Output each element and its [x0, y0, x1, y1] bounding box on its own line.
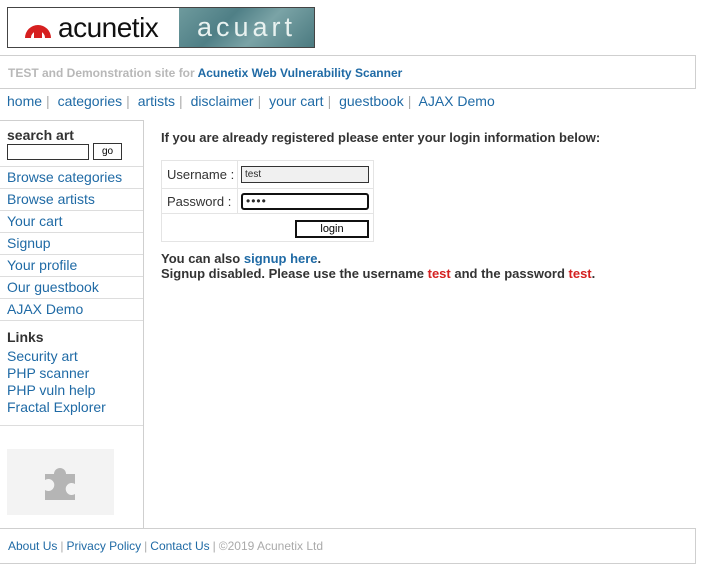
- signup-link[interactable]: signup here: [244, 251, 318, 266]
- footer: About Us | Privacy Policy | Contact Us | ©2019…: [0, 528, 696, 564]
- nav-separator: |: [407, 93, 412, 109]
- footer-contact-us[interactable]: Contact Us: [150, 539, 209, 553]
- link-php-scanner[interactable]: PHP scanner: [7, 365, 106, 382]
- links-list: Security art PHP scanner PHP vuln help F…: [7, 348, 106, 416]
- password-label: Password :: [167, 194, 232, 209]
- footer-separator: |: [212, 539, 216, 553]
- search-go-button[interactable]: go: [93, 143, 122, 160]
- nav-separator: |: [179, 93, 183, 109]
- credentials-password: test: [568, 266, 592, 281]
- main-content: If you are already registered please ent…: [161, 128, 681, 281]
- logo-brand-text: acunetix: [58, 11, 159, 43]
- nav-artists[interactable]: artists: [138, 93, 175, 109]
- puzzle-plugin-icon: [44, 468, 75, 500]
- logo-site-text: acuart: [196, 12, 297, 42]
- sidebar-item-our-guestbook[interactable]: Our guestbook: [0, 276, 143, 298]
- username-label: Username :: [167, 167, 235, 182]
- side-menu-bottom-border: [0, 320, 143, 321]
- logo-right: acuart: [179, 8, 314, 47]
- nav-home[interactable]: home: [7, 93, 42, 109]
- nav-separator: |: [257, 93, 262, 109]
- links-title: Links: [7, 329, 44, 345]
- top-nav: home | categories | artists | disclaimer | y…: [7, 93, 495, 109]
- tagline-link[interactable]: Acunetix Web Vulnerability Scanner: [198, 66, 403, 80]
- login-form: Username : test Password : •••• login: [161, 160, 374, 242]
- link-security-art[interactable]: Security art: [7, 348, 106, 365]
- password-field[interactable]: ••••: [241, 193, 369, 210]
- tagline-prefix: TEST and Demonstration site for: [8, 66, 195, 80]
- sidebar-item-browse-categories[interactable]: Browse categories: [0, 166, 143, 188]
- nav-separator: |: [327, 93, 332, 109]
- footer-privacy-policy[interactable]: Privacy Policy: [66, 539, 141, 553]
- sidebar-item-your-profile[interactable]: Your profile: [0, 254, 143, 276]
- search-title: search art: [7, 127, 74, 143]
- nav-categories[interactable]: categories: [58, 93, 123, 109]
- login-message: You can also signup here. Signup disable…: [161, 251, 595, 281]
- acunetix-logo-icon: [25, 24, 51, 38]
- signup-prefix: You can also: [161, 251, 241, 266]
- credentials-username: test: [427, 266, 451, 281]
- footer-separator: |: [144, 539, 148, 553]
- credentials-text-b: and the password: [454, 266, 565, 281]
- sidebar-item-ajax-demo[interactable]: AJAX Demo: [0, 298, 143, 320]
- nav-ajax-demo[interactable]: AJAX Demo: [418, 93, 494, 109]
- side-menu: Browse categories Browse artists Your ca…: [0, 166, 143, 321]
- nav-separator: |: [126, 93, 130, 109]
- link-php-vuln-help[interactable]: PHP vuln help: [7, 382, 106, 399]
- login-button[interactable]: login: [295, 220, 369, 238]
- signup-line: You can also signup here.: [161, 251, 595, 266]
- nav-disclaimer[interactable]: disclaimer: [191, 93, 254, 109]
- nav-separator: |: [46, 93, 50, 109]
- logo-left: acunetix: [8, 8, 179, 47]
- footer-separator: |: [60, 539, 64, 553]
- plugin-placeholder: [7, 449, 114, 515]
- username-field[interactable]: test: [241, 166, 369, 183]
- footer-copyright: ©2019 Acunetix Ltd: [218, 539, 324, 553]
- sidebar-item-browse-artists[interactable]: Browse artists: [0, 188, 143, 210]
- sidebar-item-signup[interactable]: Signup: [0, 232, 143, 254]
- nav-your-cart[interactable]: your cart: [269, 93, 323, 109]
- credentials-end: .: [591, 266, 596, 281]
- site-logo[interactable]: acunetix acuart: [7, 7, 315, 48]
- footer-about-us[interactable]: About Us: [8, 539, 57, 553]
- tagline: TEST and Demonstration site for Acunetix…: [0, 55, 696, 89]
- form-row-separator: [162, 213, 373, 214]
- signup-suffix: .: [317, 251, 322, 266]
- nav-guestbook[interactable]: guestbook: [339, 93, 404, 109]
- left-sidebar: search art go Browse categories Browse a…: [0, 120, 144, 528]
- form-column-separator: [237, 161, 238, 213]
- search-input[interactable]: [7, 144, 89, 160]
- credentials-text-a: Signup disabled. Please use the username: [161, 266, 424, 281]
- link-fractal-explorer[interactable]: Fractal Explorer: [7, 399, 106, 416]
- form-row-separator: [162, 188, 373, 189]
- sidebar-divider: [0, 425, 143, 426]
- sidebar-item-your-cart[interactable]: Your cart: [0, 210, 143, 232]
- login-intro: If you are already registered please ent…: [161, 130, 601, 145]
- credentials-line: Signup disabled. Please use the username…: [161, 266, 595, 281]
